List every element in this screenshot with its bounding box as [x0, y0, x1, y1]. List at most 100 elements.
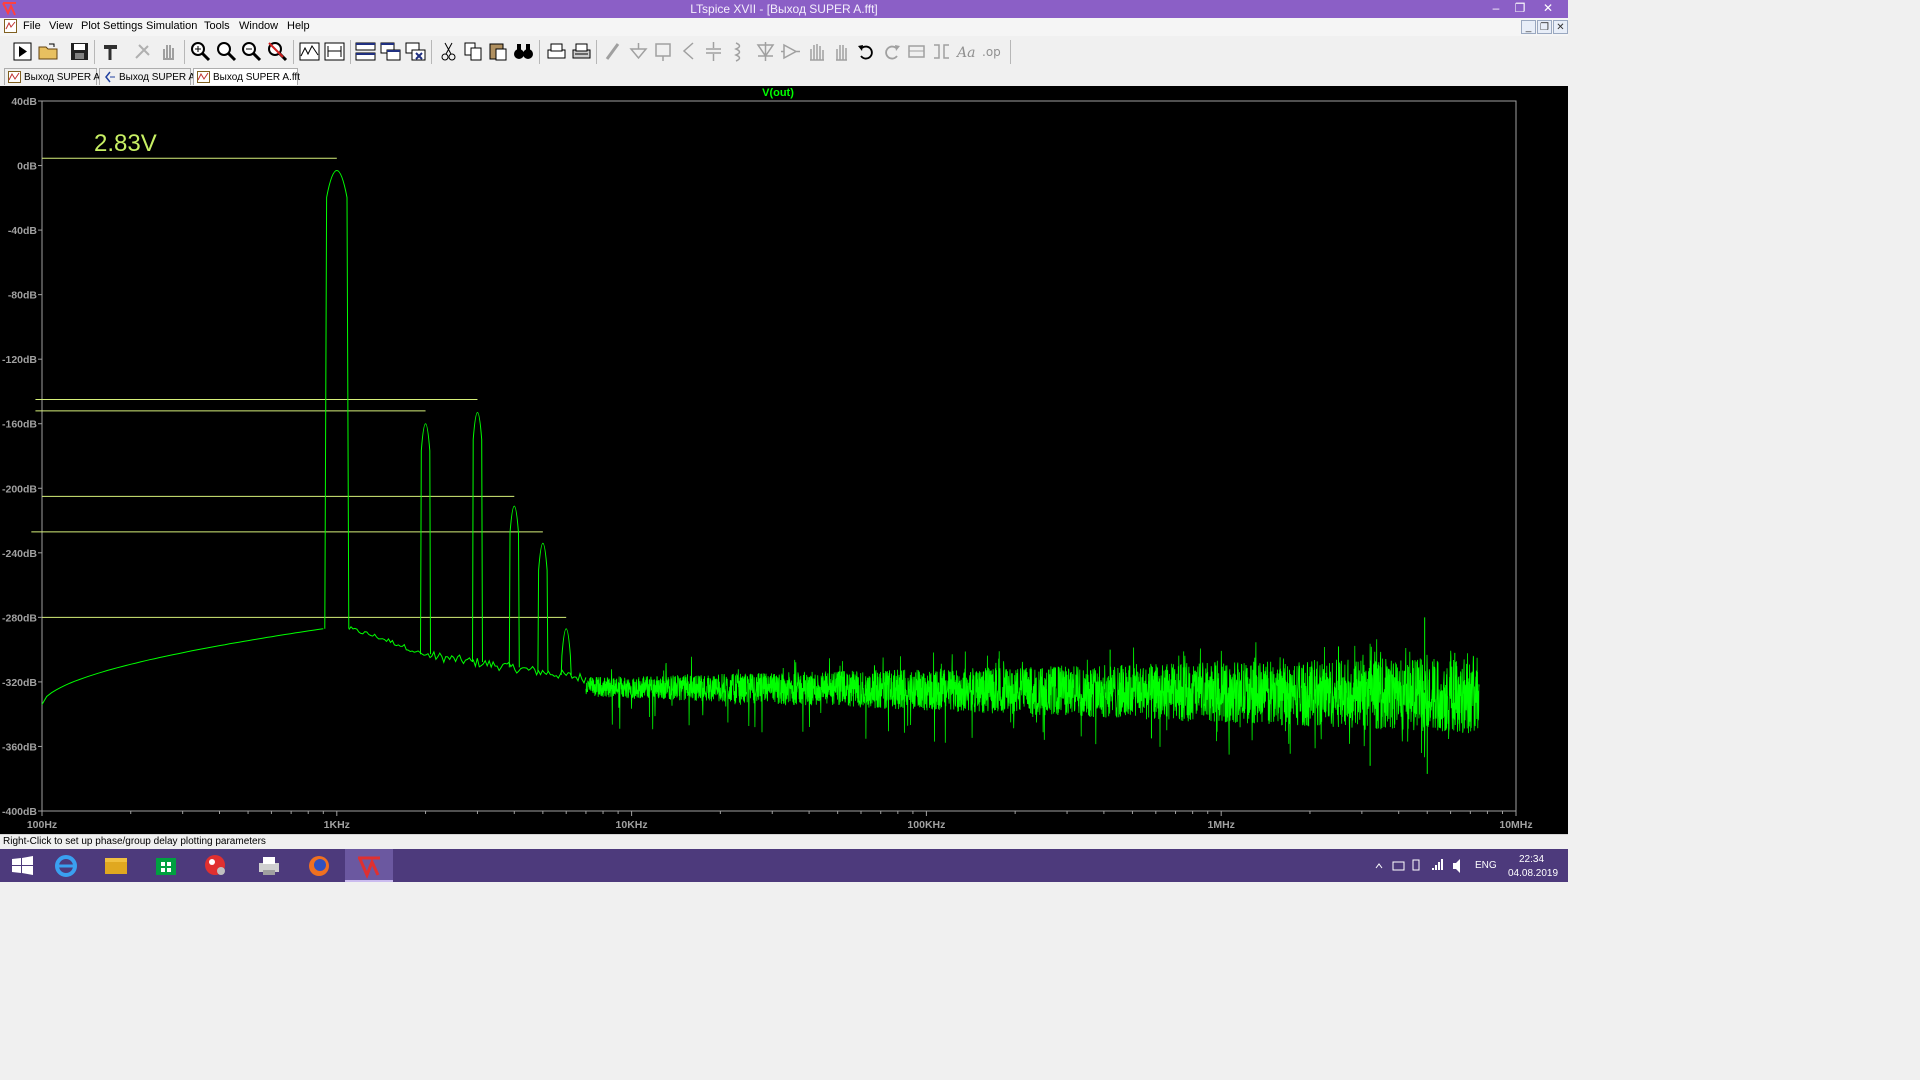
- schematic-icon: [105, 71, 115, 83]
- trace-harmonic-peak: [537, 543, 549, 672]
- battery-icon: [1412, 859, 1420, 871]
- zoom-cancel-icon[interactable]: [266, 40, 289, 63]
- mdi-restore-button[interactable]: ❐: [1537, 20, 1552, 34]
- copy-icon[interactable]: [462, 40, 485, 63]
- x-tick-label: 10KHz: [616, 819, 648, 831]
- mdi-minimize-button[interactable]: _: [1521, 20, 1536, 34]
- rotate-icon[interactable]: [905, 40, 928, 63]
- language-indicator[interactable]: ENG: [1475, 860, 1497, 893]
- speaker-icon: [1453, 859, 1460, 873]
- tile-horizontal-icon[interactable]: [354, 40, 377, 63]
- paint-app-icon[interactable]: [192, 849, 240, 882]
- trace-label[interactable]: V(out): [762, 87, 794, 99]
- pan-hand-icon[interactable]: [157, 40, 180, 63]
- menu-view[interactable]: View: [49, 20, 73, 32]
- fit-plot-icon[interactable]: [323, 40, 346, 63]
- print-icon[interactable]: [545, 40, 568, 63]
- trace-harmonic-peak: [508, 505, 520, 668]
- close-all-icon[interactable]: [404, 40, 427, 63]
- trace-mid-floor: [348, 626, 587, 685]
- title-bar: LTspice XVII - [Выход SUPER A.fft] – ❐ ✕: [0, 0, 1568, 18]
- restore-button[interactable]: ❐: [1508, 0, 1532, 18]
- printer-app-icon[interactable]: [245, 849, 293, 882]
- tab-waveform-fft[interactable]: Выход SUPER A.fft: [193, 68, 300, 85]
- y-tick-label: -280dB: [2, 612, 37, 624]
- y-tick-label: -120dB: [2, 354, 37, 366]
- y-tick-label: -200dB: [2, 483, 37, 495]
- tab-waveform-1[interactable]: Выход SUPER A: [4, 68, 100, 85]
- component-icon[interactable]: [779, 40, 802, 63]
- menu-plot-settings[interactable]: Plot Settings: [81, 20, 143, 32]
- clock-date[interactable]: 04.08.2019: [1508, 868, 1558, 901]
- minimize-button[interactable]: –: [1484, 0, 1508, 18]
- menu-simulation[interactable]: Simulation: [146, 20, 197, 32]
- internet-explorer-icon[interactable]: [42, 849, 90, 882]
- zoom-area-icon[interactable]: [215, 40, 238, 63]
- x-axis: 100Hz 1KHz 10KHz 100KHz 1MHz 10MHz: [27, 811, 1533, 831]
- svg-text:Aa: Aa: [955, 45, 975, 61]
- system-tray: [1372, 849, 1462, 882]
- keyboard-icon: [1392, 861, 1405, 871]
- menu-file[interactable]: File: [23, 20, 41, 32]
- file-explorer-icon[interactable]: [92, 849, 140, 882]
- drag-icon[interactable]: [830, 40, 853, 63]
- ground-icon[interactable]: [627, 40, 650, 63]
- cut-icon[interactable]: [437, 40, 460, 63]
- mdi-close-button[interactable]: ✕: [1553, 20, 1568, 34]
- status-bar: Right-Click to set up phase/group delay …: [0, 834, 1568, 850]
- x-tick-label: 100KHz: [907, 819, 945, 831]
- amplitude-annotation: 2.83V: [94, 130, 157, 157]
- hammer-icon[interactable]: [100, 40, 123, 63]
- tile-plots-icon[interactable]: [298, 40, 321, 63]
- close-button[interactable]: ✕: [1536, 0, 1560, 18]
- inductor-icon[interactable]: [727, 40, 750, 63]
- label-icon[interactable]: [652, 40, 675, 63]
- find-icon[interactable]: [512, 40, 535, 63]
- capacitor-icon[interactable]: [702, 40, 725, 63]
- menu-tools[interactable]: Tools: [204, 20, 230, 32]
- move-icon[interactable]: [805, 40, 828, 63]
- windows-start-icon[interactable]: [0, 849, 48, 882]
- x-tick-label: 100Hz: [27, 819, 57, 831]
- paste-icon[interactable]: [487, 40, 510, 63]
- store-icon[interactable]: [142, 849, 190, 882]
- waveform-plot[interactable]: V(out) 40dB 0dB -40dB -80dB -120dB -160dB -200…: [0, 86, 1568, 834]
- ltspice-icon[interactable]: [345, 849, 393, 882]
- trace-harmonic-peak: [420, 423, 431, 655]
- y-tick-label: -360dB: [2, 741, 37, 753]
- y-tick-label: 0dB: [17, 161, 37, 173]
- y-tick-label: -240dB: [2, 548, 37, 560]
- document-system-menu-icon[interactable]: [4, 19, 17, 33]
- run-icon[interactable]: [11, 40, 34, 63]
- firefox-icon[interactable]: [295, 849, 343, 882]
- open-icon[interactable]: [37, 40, 60, 63]
- x-tick-label: 1KHz: [324, 819, 350, 831]
- tab-schematic[interactable]: Выход SUPER A: [99, 68, 195, 85]
- waveform-icon: [197, 71, 210, 83]
- menu-window[interactable]: Window: [239, 20, 278, 32]
- undo-icon[interactable]: [855, 40, 878, 63]
- y-tick-label: -80dB: [8, 290, 38, 302]
- redo-icon[interactable]: [880, 40, 903, 63]
- cascade-icon[interactable]: [379, 40, 402, 63]
- zoom-in-icon[interactable]: [189, 40, 212, 63]
- tab-label: Выход SUPER A.fft: [213, 72, 300, 83]
- text-icon[interactable]: Aa: [955, 40, 978, 63]
- probe-icon[interactable]: [131, 40, 154, 63]
- menu-help[interactable]: Help: [287, 20, 310, 32]
- trace-harmonic-peak: [560, 628, 572, 676]
- spice-directive-icon[interactable]: .op: [980, 40, 1003, 63]
- save-icon[interactable]: [68, 40, 91, 63]
- tab-label: Выход SUPER A: [119, 72, 196, 83]
- tray-chevron-icon: [1375, 863, 1383, 869]
- wire-icon[interactable]: [602, 40, 625, 63]
- diode-icon[interactable]: [754, 40, 777, 63]
- mirror-icon[interactable]: [930, 40, 953, 63]
- y-tick-label: -40dB: [8, 225, 38, 237]
- zoom-out-icon[interactable]: [240, 40, 263, 63]
- trace-noise-floor: [585, 639, 1480, 758]
- window-title: LTspice XVII - [Выход SUPER A.fft]: [690, 2, 878, 16]
- resistor-icon[interactable]: [677, 40, 700, 63]
- level-marker-lines: [31, 157, 567, 618]
- print-setup-icon[interactable]: [570, 40, 593, 63]
